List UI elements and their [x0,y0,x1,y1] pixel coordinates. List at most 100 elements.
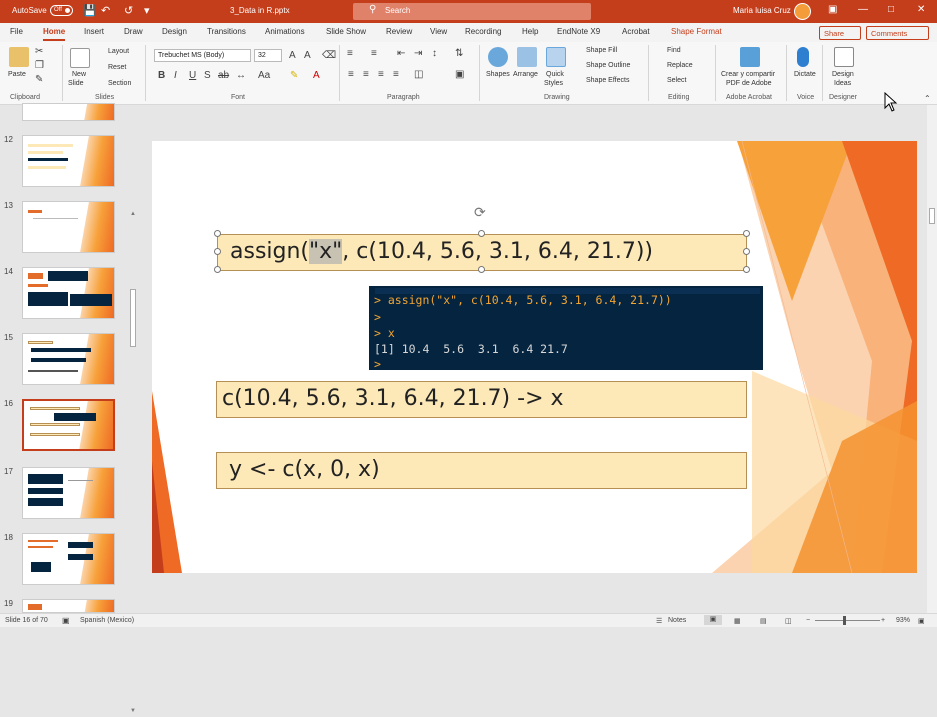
resize-handle[interactable] [743,248,750,255]
design-ideas-button[interactable]: Design [832,71,854,78]
clear-formatting-icon[interactable]: ⌫ [322,50,336,61]
microphone-icon[interactable] [797,47,809,67]
shapes-button[interactable]: Shapes [486,71,510,78]
notes-button[interactable]: Notes [668,617,686,624]
align-right-icon[interactable]: ≡ [378,69,384,80]
scrollbar-thumb[interactable] [130,289,136,347]
slide-thumbnail[interactable] [22,267,115,319]
new-slide-icon[interactable] [70,48,90,68]
resize-handle[interactable] [478,266,485,273]
slide-thumbnail[interactable] [22,533,115,585]
dictate-button[interactable]: Dictate [794,71,816,78]
code-textbox-y[interactable]: y <- c(x, 0, x) [216,452,747,489]
normal-view-icon[interactable]: ▣ [704,615,722,625]
decrease-indent-icon[interactable]: ⇤ [397,48,405,59]
italic-icon[interactable]: I [174,70,177,81]
font-size-dropdown[interactable]: 32 [254,49,282,62]
zoom-in-icon[interactable]: + [881,617,885,624]
numbering-icon[interactable]: ≡ [371,48,377,59]
vertical-scrollbar[interactable] [927,105,937,613]
zoom-level[interactable]: 93% [896,617,910,624]
underline-icon[interactable]: U [189,70,196,81]
maximize-icon[interactable]: □ [888,4,894,15]
slide-thumbnail[interactable] [22,135,115,187]
tab-file[interactable]: File [10,27,23,36]
share-button[interactable]: Share [819,26,861,40]
current-slide[interactable]: assign("x", c(10.4, 5.6, 3.1, 6.4, 21.7)… [152,141,917,573]
tab-slide-show[interactable]: Slide Show [326,27,366,36]
accessibility-icon[interactable]: ▣ [62,616,70,625]
fit-to-window-icon[interactable]: ▣ [918,617,925,625]
slide-thumbnail-pane[interactable]: 12 13 14 15 16 17 18 19 ▲ ▼ [0,103,140,714]
slide-thumbnail[interactable] [22,333,115,385]
minimize-icon[interactable]: — [858,4,868,15]
increase-font-icon[interactable]: A [289,50,296,61]
new-slide-button-line2[interactable]: Slide [68,80,84,87]
quick-styles-button-line2[interactable]: Styles [544,80,563,87]
resize-handle[interactable] [743,230,750,237]
rotate-handle-icon[interactable]: ⟳ [474,204,486,221]
zoom-slider[interactable] [815,620,880,621]
arrange-icon[interactable] [517,47,537,67]
undo-icon[interactable]: ↶ [101,4,110,17]
section-button[interactable]: Section [108,80,131,87]
tab-view[interactable]: View [430,27,447,36]
comments-button[interactable]: Comments [866,26,929,40]
tab-design[interactable]: Design [162,27,187,36]
autosave-toggle[interactable]: Off [50,5,73,16]
tab-draw[interactable]: Draw [124,27,143,36]
code-textbox-arrow[interactable]: c(10.4, 5.6, 3.1, 6.4, 21.7) -> x [216,381,747,418]
create-pdf-button[interactable]: Crear y compartir [721,71,775,78]
avatar[interactable] [794,3,811,20]
font-color-icon[interactable]: A [313,70,320,81]
copy-icon[interactable]: ❐ [35,60,44,71]
slide-thumbnail[interactable] [22,103,115,121]
bullets-icon[interactable]: ≡ [347,48,353,59]
strikethrough-icon[interactable]: ab [218,70,229,81]
align-text-icon[interactable]: ▣ [455,69,464,80]
design-ideas-button-line2[interactable]: Ideas [834,80,851,87]
justify-icon[interactable]: ≡ [393,69,399,80]
cut-icon[interactable]: ✂ [35,46,43,57]
save-icon[interactable]: 💾 [83,4,97,17]
tab-acrobat[interactable]: Acrobat [622,27,650,36]
redo-icon[interactable]: ↺ [124,4,133,17]
character-spacing-icon[interactable]: ↔ [236,70,246,81]
resize-handle[interactable] [214,266,221,273]
resize-handle[interactable] [214,248,221,255]
adobe-pdf-icon[interactable] [740,47,760,67]
tab-review[interactable]: Review [386,27,412,36]
zoom-slider-thumb[interactable] [843,616,846,625]
tab-home[interactable]: Home [43,27,66,41]
scrollbar-thumb[interactable] [929,208,935,224]
paste-icon[interactable] [9,47,29,67]
slide-thumbnail-selected[interactable] [22,399,115,451]
quick-styles-button[interactable]: Quick [546,71,564,78]
reading-view-icon[interactable]: ▤ [760,617,767,625]
tab-animations[interactable]: Animations [265,27,305,36]
customize-qat-icon[interactable]: ▾ [144,4,150,17]
quick-styles-icon[interactable] [546,47,566,67]
tab-endnote[interactable]: EndNote X9 [557,27,600,36]
tab-help[interactable]: Help [522,27,538,36]
tab-transitions[interactable]: Transitions [207,27,246,36]
find-button[interactable]: Find [667,47,681,54]
search-box[interactable]: ⚲ Search [353,3,591,20]
slide-thumbnail[interactable] [22,599,115,613]
line-spacing-icon[interactable]: ↕ [432,48,437,59]
tab-shape-format[interactable]: Shape Format [671,27,722,36]
shapes-icon[interactable] [488,47,508,67]
user-name[interactable]: Maria luisa Cruz [733,6,791,15]
columns-icon[interactable]: ◫ [414,69,423,80]
align-center-icon[interactable]: ≡ [363,69,369,80]
tab-insert[interactable]: Insert [84,27,104,36]
new-slide-button[interactable]: New [72,71,86,78]
highlight-icon[interactable]: ✎ [290,70,298,81]
slide-sorter-icon[interactable]: ▦ [734,617,741,625]
thumbnail-scrollbar[interactable]: ▲ ▼ [128,211,137,717]
layout-button[interactable]: Layout [108,48,129,55]
increase-indent-icon[interactable]: ⇥ [414,48,422,59]
slide-thumbnail[interactable] [22,467,115,519]
slide-thumbnail[interactable] [22,201,115,253]
bold-icon[interactable]: B [158,70,165,81]
